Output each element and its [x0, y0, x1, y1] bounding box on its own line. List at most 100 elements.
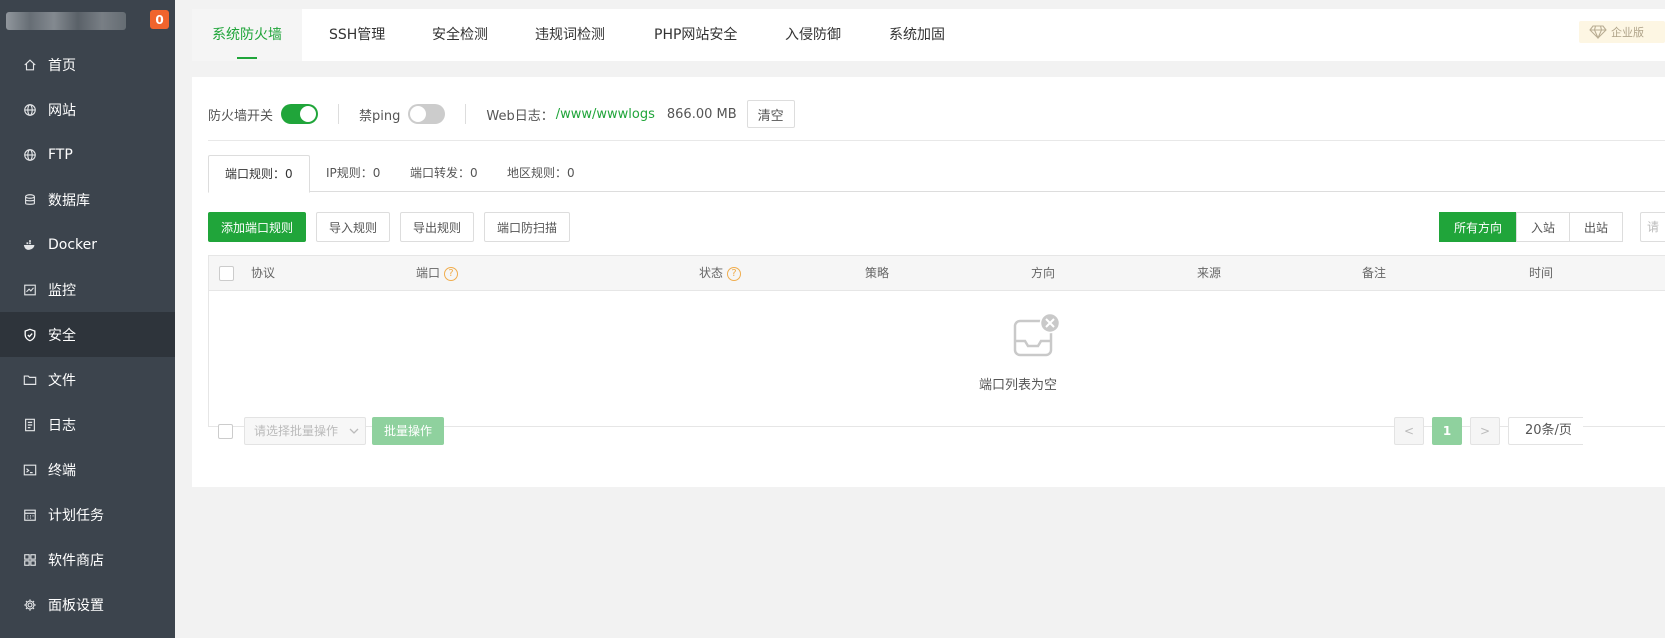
- export-rules-button[interactable]: 导出规则: [400, 212, 475, 242]
- server-name-blurred: [6, 12, 126, 30]
- sidebar-item-label: 网站: [48, 102, 76, 119]
- direction-inbound-button[interactable]: 入站: [1516, 212, 1571, 242]
- current-page[interactable]: 1: [1432, 417, 1462, 445]
- column-label: 时间: [1529, 266, 1554, 280]
- column-port: 端口?: [416, 256, 459, 291]
- sidebar-item-label: 监控: [48, 282, 76, 299]
- empty-message: 端口列表为空: [979, 378, 1058, 393]
- calendar-icon: [22, 507, 38, 523]
- tab-security-scan[interactable]: 安全检测: [432, 9, 488, 61]
- enterprise-label: 企业版: [1611, 26, 1644, 39]
- docker-icon: [22, 237, 38, 253]
- tab-ip-rules[interactable]: IP规则：0: [326, 155, 380, 192]
- sidebar-item-label: 安全: [48, 327, 76, 344]
- column-direction: 方向: [1031, 256, 1055, 291]
- globe-icon: [22, 147, 38, 163]
- sidebar-item-ftp[interactable]: FTP: [0, 132, 175, 177]
- security-tab-bar: 系统防火墙 SSH管理 安全检测 违规词检测 PHP网站安全 入侵防御 系统加固…: [192, 9, 1665, 61]
- batch-operation-button[interactable]: 批量操作: [372, 417, 445, 445]
- sidebar-item-terminal[interactable]: 终端: [0, 447, 175, 492]
- monitor-icon: [22, 282, 38, 298]
- add-port-rule-button[interactable]: 添加端口规则: [208, 212, 307, 242]
- divider: [208, 140, 1665, 141]
- tab-php-security[interactable]: PHP网站安全: [654, 9, 737, 61]
- column-label: 端口: [416, 266, 441, 280]
- tab-port-forward[interactable]: 端口转发：0: [410, 155, 478, 192]
- column-status: 状态?: [699, 256, 742, 291]
- search-input[interactable]: 请: [1640, 212, 1665, 242]
- table-header: 协议 端口? 状态? 策略 方向 来源 备注 时间: [209, 256, 1665, 291]
- sidebar: 0 首页 网站 FTP 数据库 Docker 监控 安全 文件 日志 终端 计划…: [0, 0, 175, 638]
- select-all-checkbox[interactable]: [219, 266, 234, 281]
- help-icon[interactable]: ?: [444, 266, 459, 281]
- next-page-button[interactable]: >: [1470, 417, 1500, 445]
- ping-toggle[interactable]: [408, 104, 446, 124]
- prev-page-button[interactable]: <: [1394, 417, 1424, 445]
- sidebar-item-files[interactable]: 文件: [0, 357, 175, 402]
- tab-system-hardening[interactable]: 系统加固: [889, 9, 945, 61]
- sidebar-item-cron[interactable]: 计划任务: [0, 492, 175, 537]
- sidebar-item-database[interactable]: 数据库: [0, 177, 175, 222]
- tab-intrusion-prevention[interactable]: 入侵防御: [785, 9, 841, 61]
- toggle-knob: [410, 106, 427, 122]
- sidebar-item-monitor[interactable]: 监控: [0, 267, 175, 312]
- sidebar-item-website[interactable]: 网站: [0, 87, 175, 132]
- column-source: 来源: [1197, 256, 1221, 291]
- enterprise-badge[interactable]: 企业版: [1579, 21, 1665, 43]
- diamond-icon: [1589, 25, 1607, 39]
- ping-label: 禁ping: [359, 108, 401, 124]
- notification-badge[interactable]: 0: [150, 10, 169, 29]
- rule-actions: 添加端口规则 导入规则 导出规则 端口防扫描: [208, 212, 580, 242]
- sidebar-item-home[interactable]: 首页: [0, 42, 175, 87]
- sidebar-item-label: 面板设置: [48, 597, 104, 614]
- import-rules-button[interactable]: 导入规则: [316, 212, 391, 242]
- column-label: 来源: [1197, 266, 1222, 280]
- clear-log-button[interactable]: 清空: [746, 100, 795, 128]
- empty-list-icon: [1013, 313, 1061, 357]
- sidebar-item-store[interactable]: 软件商店: [0, 537, 175, 582]
- column-time: 时间: [1529, 256, 1553, 291]
- sidebar-item-security[interactable]: 安全: [0, 312, 175, 357]
- column-remark: 备注: [1362, 256, 1386, 291]
- sidebar-header: 0: [0, 0, 175, 42]
- sidebar-item-docker[interactable]: Docker: [0, 222, 175, 267]
- sidebar-item-logs[interactable]: 日志: [0, 402, 175, 447]
- sidebar-item-label: 计划任务: [48, 507, 104, 524]
- firewall-toggle[interactable]: [281, 104, 319, 124]
- tab-port-rules[interactable]: 端口规则：0: [208, 155, 310, 193]
- sidebar-item-settings[interactable]: 面板设置: [0, 582, 175, 627]
- sidebar-item-label: 软件商店: [48, 552, 104, 569]
- weblog-size: 866.00 MB: [666, 106, 737, 122]
- gear-icon: [22, 597, 38, 613]
- help-icon[interactable]: ?: [727, 266, 742, 281]
- column-label: 备注: [1362, 266, 1387, 280]
- batch-select-placeholder: 请选择批量操作: [254, 424, 339, 438]
- batch-operation-select[interactable]: 请选择批量操作: [244, 417, 366, 445]
- select-all-bottom-checkbox[interactable]: [218, 424, 233, 439]
- weblog-label: Web日志：: [486, 108, 554, 124]
- tab-ssh[interactable]: SSH管理: [329, 9, 385, 61]
- tab-illegal-words[interactable]: 违规词检测: [535, 9, 605, 61]
- weblog-path-link[interactable]: /www/wwwlogs: [556, 107, 655, 122]
- port-anti-scan-button[interactable]: 端口防扫描: [484, 212, 571, 242]
- column-label: 状态: [699, 266, 724, 280]
- tab-region-rules[interactable]: 地区规则：0: [507, 155, 575, 192]
- firewall-switch-label: 防火墙开关: [208, 108, 274, 124]
- column-label: 方向: [1031, 266, 1056, 280]
- direction-outbound-button[interactable]: 出站: [1569, 212, 1624, 242]
- toggle-knob: [300, 106, 317, 122]
- page-size-select[interactable]: 20条/页: [1508, 417, 1583, 445]
- port-rules-table: 协议 端口? 状态? 策略 方向 来源 备注 时间 端口列表为空: [208, 255, 1665, 427]
- sidebar-item-label: 日志: [48, 417, 76, 434]
- table-footer: 请选择批量操作 批量操作 < 1 > 20条/页: [208, 417, 1665, 447]
- direction-filter: 所有方向 入站 出站: [1439, 212, 1624, 242]
- globe-icon: [22, 102, 38, 118]
- column-strategy: 策略: [865, 256, 889, 291]
- direction-all-button[interactable]: 所有方向: [1439, 212, 1518, 242]
- sidebar-item-label: 终端: [48, 462, 76, 479]
- tab-system-firewall[interactable]: 系统防火墙: [192, 9, 302, 61]
- database-icon: [22, 192, 38, 208]
- sidebar-item-label: FTP: [48, 146, 73, 163]
- column-protocol: 协议: [251, 256, 275, 291]
- shield-icon: [22, 327, 38, 343]
